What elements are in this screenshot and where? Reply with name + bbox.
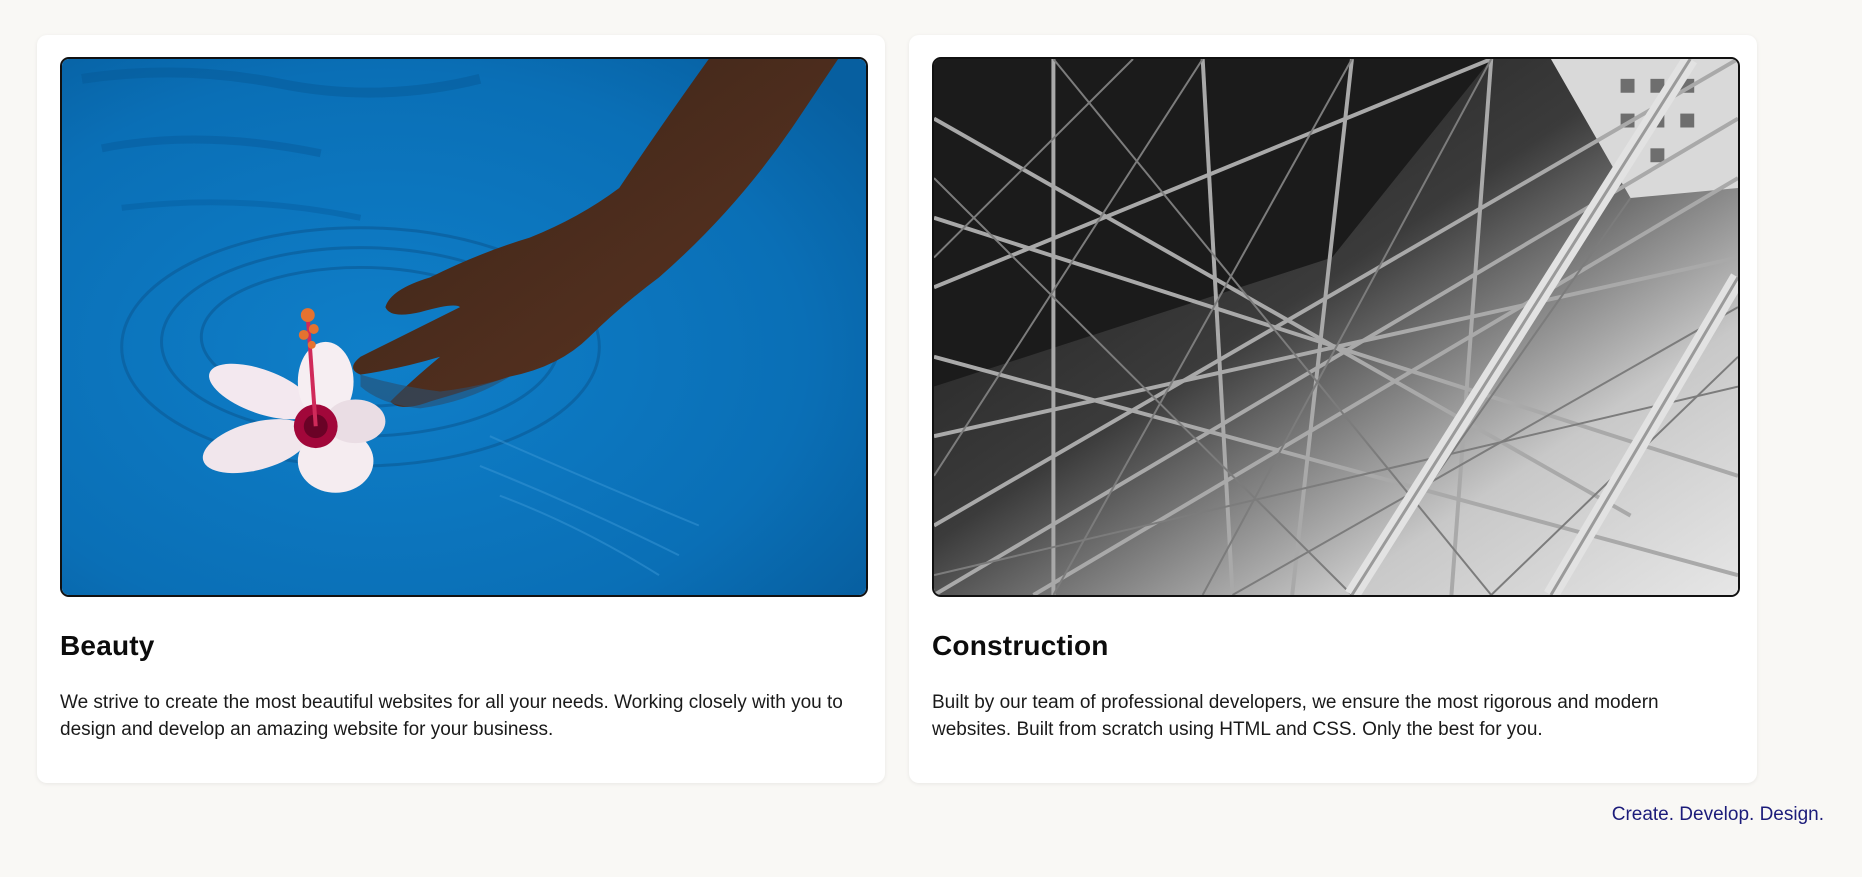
service-card-beauty: Beauty We strive to create the most beau… [37, 35, 885, 783]
card-description-beauty: We strive to create the most beautiful w… [60, 692, 843, 740]
construction-image [932, 57, 1740, 597]
hand-hibiscus-water-photo [62, 59, 866, 595]
beauty-image [60, 57, 868, 597]
card-title-construction: Construction [932, 630, 1109, 661]
card-title-beauty: Beauty [60, 630, 155, 661]
service-card-construction: Construction Built by our team of profes… [909, 35, 1757, 783]
card-description-construction: Built by our team of professional develo… [932, 692, 1659, 740]
steel-truss-structure-photo [934, 59, 1738, 595]
page: Beauty We strive to create the most beau… [0, 0, 1862, 877]
footer-tagline: Create. Develop. Design. [1611, 804, 1824, 825]
